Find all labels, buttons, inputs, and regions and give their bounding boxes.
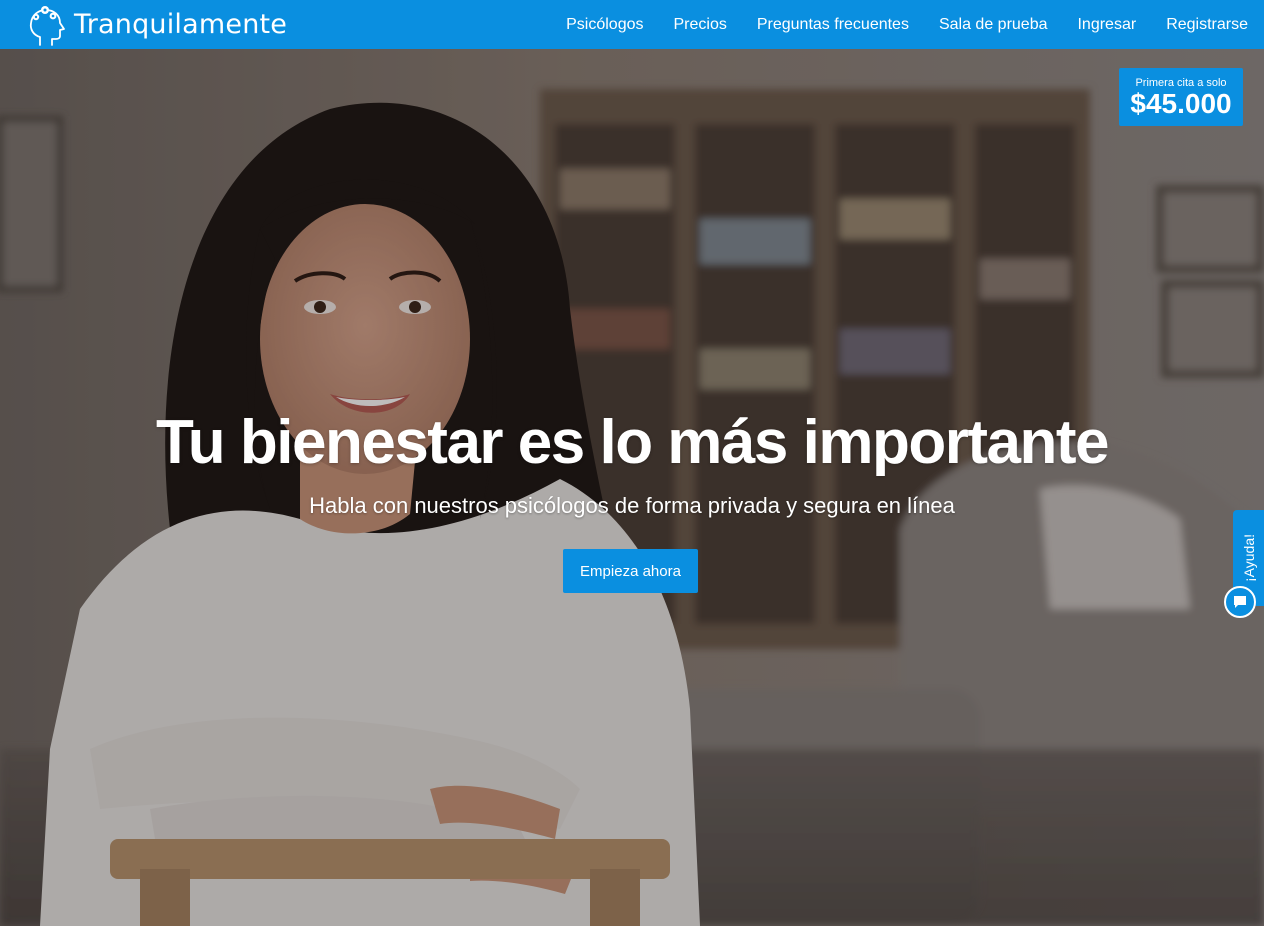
chat-bubble-icon <box>1234 596 1246 608</box>
hero-section: Primera cita a solo $45.000 Tu bienestar… <box>0 49 1264 926</box>
nav-sala-de-prueba[interactable]: Sala de prueba <box>939 16 1048 34</box>
top-navbar: Tranquilamente Psicólogos Precios Pregun… <box>0 0 1264 49</box>
hero-subtitle: Habla con nuestros psicólogos de forma p… <box>309 493 955 518</box>
hero-title: Tu bienestar es lo más importante <box>156 408 1109 477</box>
start-now-button[interactable]: Empieza ahora <box>563 549 698 593</box>
first-appointment-price-badge: Primera cita a solo $45.000 <box>1119 68 1243 126</box>
nav-precios[interactable]: Precios <box>674 16 727 34</box>
brand-link[interactable]: Tranquilamente <box>26 0 287 49</box>
chat-launcher-button[interactable] <box>1224 586 1256 618</box>
brand-name: Tranquilamente <box>74 9 288 40</box>
hero-dark-overlay <box>0 49 1264 926</box>
nav-registrarse[interactable]: Registrarse <box>1166 16 1248 34</box>
head-gears-icon <box>29 5 65 46</box>
price-amount: $45.000 <box>1130 88 1232 119</box>
help-tab-label: ¡Ayuda! <box>1240 534 1257 582</box>
main-nav: Psicólogos Precios Preguntas frecuentes … <box>536 0 1248 49</box>
nav-ingresar[interactable]: Ingresar <box>1077 16 1136 34</box>
nav-preguntas-frecuentes[interactable]: Preguntas frecuentes <box>757 16 909 34</box>
nav-psicologos[interactable]: Psicólogos <box>566 16 643 34</box>
